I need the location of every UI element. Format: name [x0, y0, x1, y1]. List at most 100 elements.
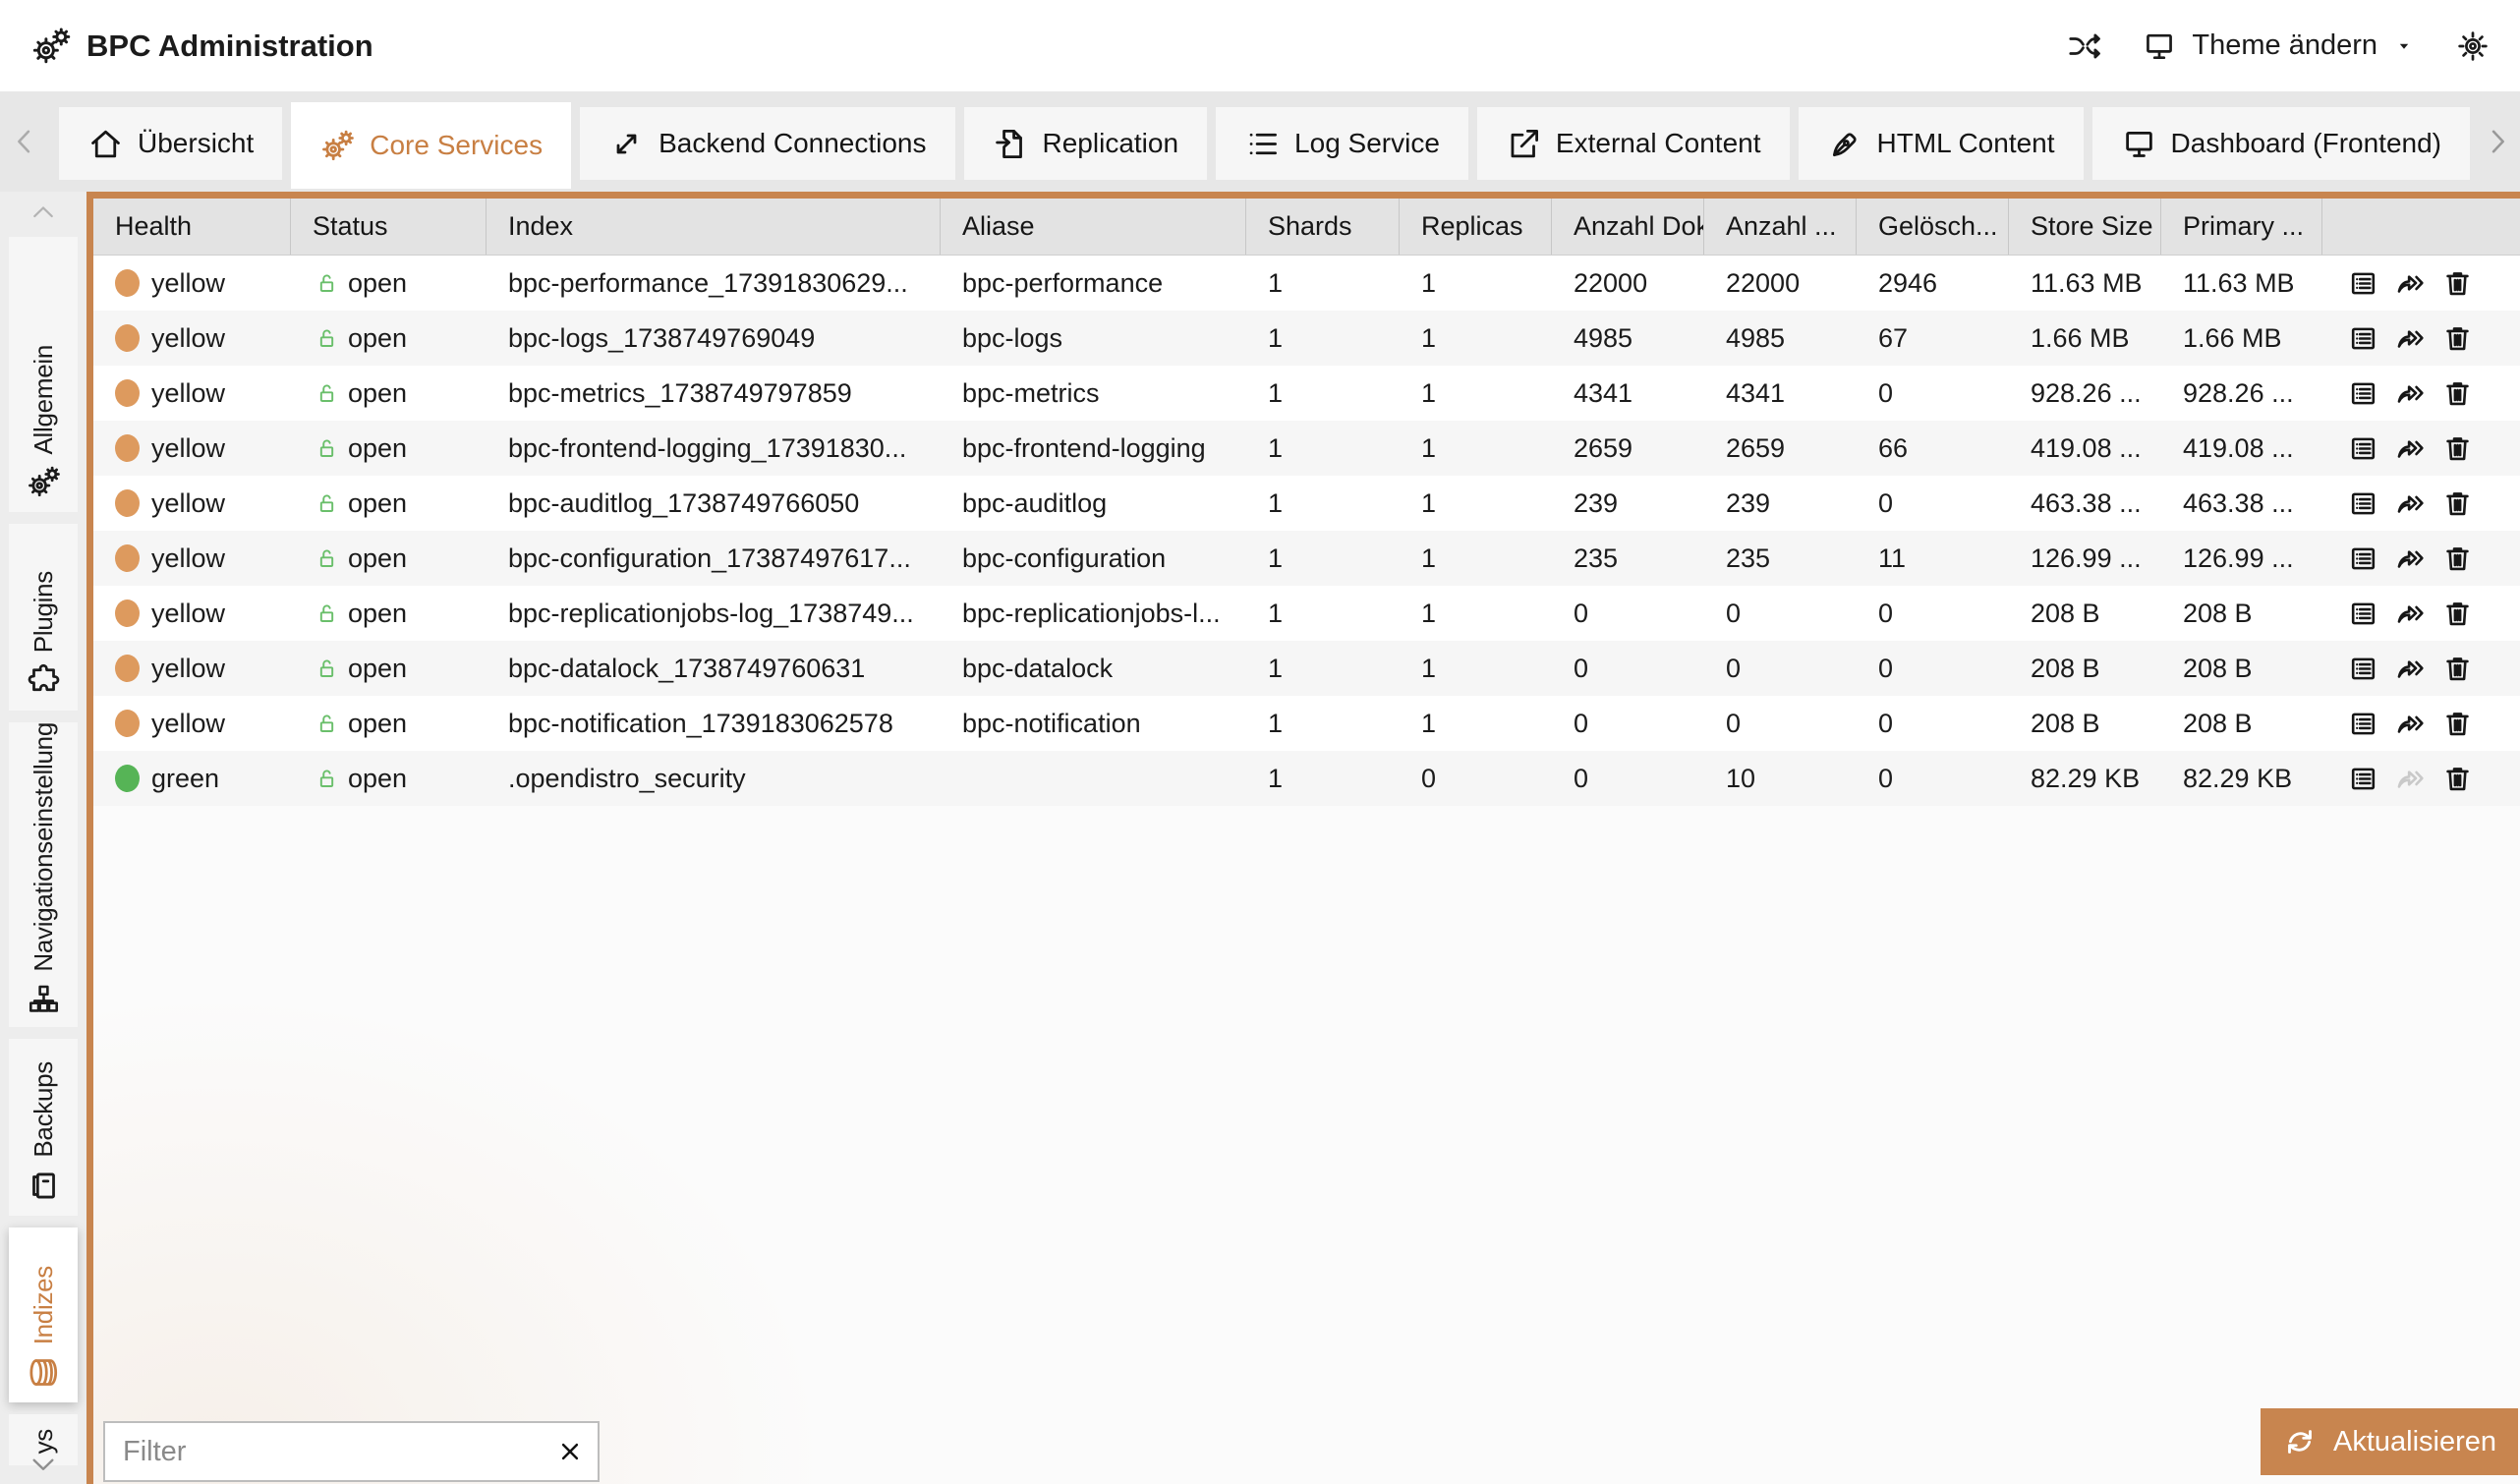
- column-header-aliase: Aliase: [941, 199, 1246, 255]
- sidebar-item-label: Plugins: [29, 571, 59, 653]
- health-dot: [115, 434, 140, 462]
- details-button[interactable]: [2347, 542, 2379, 575]
- delete-button[interactable]: [2441, 763, 2474, 795]
- primary-size-cell: 1.66 MB: [2161, 323, 2322, 354]
- delete-button[interactable]: [2441, 542, 2474, 575]
- share-button[interactable]: [2394, 377, 2427, 410]
- health-label: yellow: [151, 709, 225, 739]
- anzahl-cell: 0: [1704, 599, 1857, 629]
- monitor-icon: [2142, 29, 2177, 64]
- share-button[interactable]: [2394, 542, 2427, 575]
- table-body: yellow open bpc-performance_17391830629.…: [93, 256, 2520, 806]
- details-button[interactable]: [2347, 487, 2379, 520]
- share-button[interactable]: [2394, 598, 2427, 630]
- delete-button[interactable]: [2441, 653, 2474, 685]
- tabs-scroll-left-button[interactable]: [8, 121, 43, 162]
- lock-open-icon: [313, 655, 341, 683]
- health-dot: [115, 765, 140, 792]
- delete-button[interactable]: [2441, 432, 2474, 465]
- delete-button[interactable]: [2441, 377, 2474, 410]
- store-size-cell: 82.29 KB: [2009, 764, 2161, 794]
- store-size-cell: 928.26 ...: [2009, 378, 2161, 409]
- accent-left-border: [86, 192, 93, 1484]
- share-button[interactable]: [2394, 487, 2427, 520]
- delete-button[interactable]: [2441, 708, 2474, 740]
- details-button[interactable]: [2347, 322, 2379, 355]
- row-actions: [2322, 487, 2520, 520]
- column-header-health: Health: [93, 199, 291, 255]
- sidebar-item-backups[interactable]: Backups: [9, 1039, 78, 1216]
- shards-cell: 1: [1246, 268, 1400, 299]
- replicas-cell: 1: [1400, 709, 1552, 739]
- trash-icon: [2441, 708, 2474, 740]
- share-button[interactable]: [2394, 653, 2427, 685]
- details-button[interactable]: [2347, 432, 2379, 465]
- health-cell: yellow: [93, 268, 291, 299]
- health-dot: [115, 655, 140, 682]
- replicas-cell: 1: [1400, 543, 1552, 574]
- details-button[interactable]: [2347, 267, 2379, 300]
- sidebar-item-allgemein[interactable]: Allgemein: [9, 237, 78, 512]
- trash-icon: [2441, 763, 2474, 795]
- anzahl-cell: 4341: [1704, 378, 1857, 409]
- tab-label: Core Services: [370, 130, 543, 161]
- replicas-cell: 1: [1400, 488, 1552, 519]
- tabs-scroll-right-button[interactable]: [2481, 121, 2516, 162]
- chevron-down-icon: [25, 1449, 62, 1480]
- details-button[interactable]: [2347, 377, 2379, 410]
- details-button[interactable]: [2347, 653, 2379, 685]
- sidebar-item-navigationseinstellung[interactable]: Navigationseinstellung: [9, 722, 78, 1027]
- column-header-store-size: Store Size: [2009, 199, 2161, 255]
- primary-size-cell: 11.63 MB: [2161, 268, 2322, 299]
- sidebar-items: Allgemein Plugins Navigationseinstellung Ba…: [9, 237, 78, 1477]
- geloescht-cell: 0: [1857, 378, 2009, 409]
- settings-button[interactable]: [2455, 29, 2491, 64]
- top-actions: Theme ändern: [2067, 29, 2491, 64]
- tab-dashboard-frontend[interactable]: Dashboard (Frontend): [2092, 107, 2470, 180]
- health-cell: yellow: [93, 323, 291, 354]
- sidebar-item-plugins[interactable]: Plugins: [9, 524, 78, 711]
- details-icon: [2347, 377, 2379, 410]
- share-button[interactable]: [2394, 322, 2427, 355]
- delete-button[interactable]: [2441, 322, 2474, 355]
- share-button[interactable]: [2394, 267, 2427, 300]
- tab-bar: Übersicht Core Services Backend Connection…: [0, 91, 2520, 192]
- share-icon: [2394, 432, 2427, 465]
- sidebar-item-indizes[interactable]: Indizes: [9, 1227, 78, 1402]
- theme-switch-button[interactable]: Theme ändern: [2142, 29, 2416, 64]
- status-label: open: [348, 488, 407, 519]
- refresh-button[interactable]: Aktualisieren: [2261, 1408, 2518, 1475]
- column-header-replicas: Replicas: [1400, 199, 1552, 255]
- geloescht-cell: 0: [1857, 488, 2009, 519]
- tab-external-content[interactable]: External Content: [1477, 107, 1790, 180]
- filter-clear-button[interactable]: [543, 1423, 598, 1480]
- lock-open-icon: [313, 710, 341, 738]
- tab-bersicht[interactable]: Übersicht: [59, 107, 282, 180]
- delete-button[interactable]: [2441, 598, 2474, 630]
- sidebar-scroll-up-button[interactable]: [26, 198, 61, 227]
- shuffle-button[interactable]: [2067, 29, 2102, 64]
- delete-button[interactable]: [2441, 267, 2474, 300]
- geloescht-cell: 0: [1857, 599, 2009, 629]
- sidebar-item-label: Backups: [29, 1061, 59, 1158]
- tab-replication[interactable]: Replication: [964, 107, 1208, 180]
- tab-backend-connections[interactable]: Backend Connections: [580, 107, 954, 180]
- tab-core-services[interactable]: Core Services: [291, 102, 571, 189]
- sidebar-scroll-down-button[interactable]: [25, 1449, 62, 1480]
- anzahl-dok-cell: 235: [1552, 543, 1704, 574]
- primary-size-cell: 419.08 ...: [2161, 433, 2322, 464]
- filter-input[interactable]: [105, 1436, 543, 1468]
- tab-label: External Content: [1556, 128, 1761, 159]
- index-cell: bpc-notification_1739183062578: [487, 709, 941, 739]
- tab-html-content[interactable]: HTML Content: [1799, 107, 2084, 180]
- tab-log-service[interactable]: Log Service: [1216, 107, 1468, 180]
- health-cell: yellow: [93, 654, 291, 684]
- share-button[interactable]: [2394, 432, 2427, 465]
- details-button[interactable]: [2347, 763, 2379, 795]
- delete-button[interactable]: [2441, 487, 2474, 520]
- details-button[interactable]: [2347, 708, 2379, 740]
- details-button[interactable]: [2347, 598, 2379, 630]
- details-icon: [2347, 432, 2379, 465]
- health-dot: [115, 269, 140, 297]
- share-button[interactable]: [2394, 708, 2427, 740]
